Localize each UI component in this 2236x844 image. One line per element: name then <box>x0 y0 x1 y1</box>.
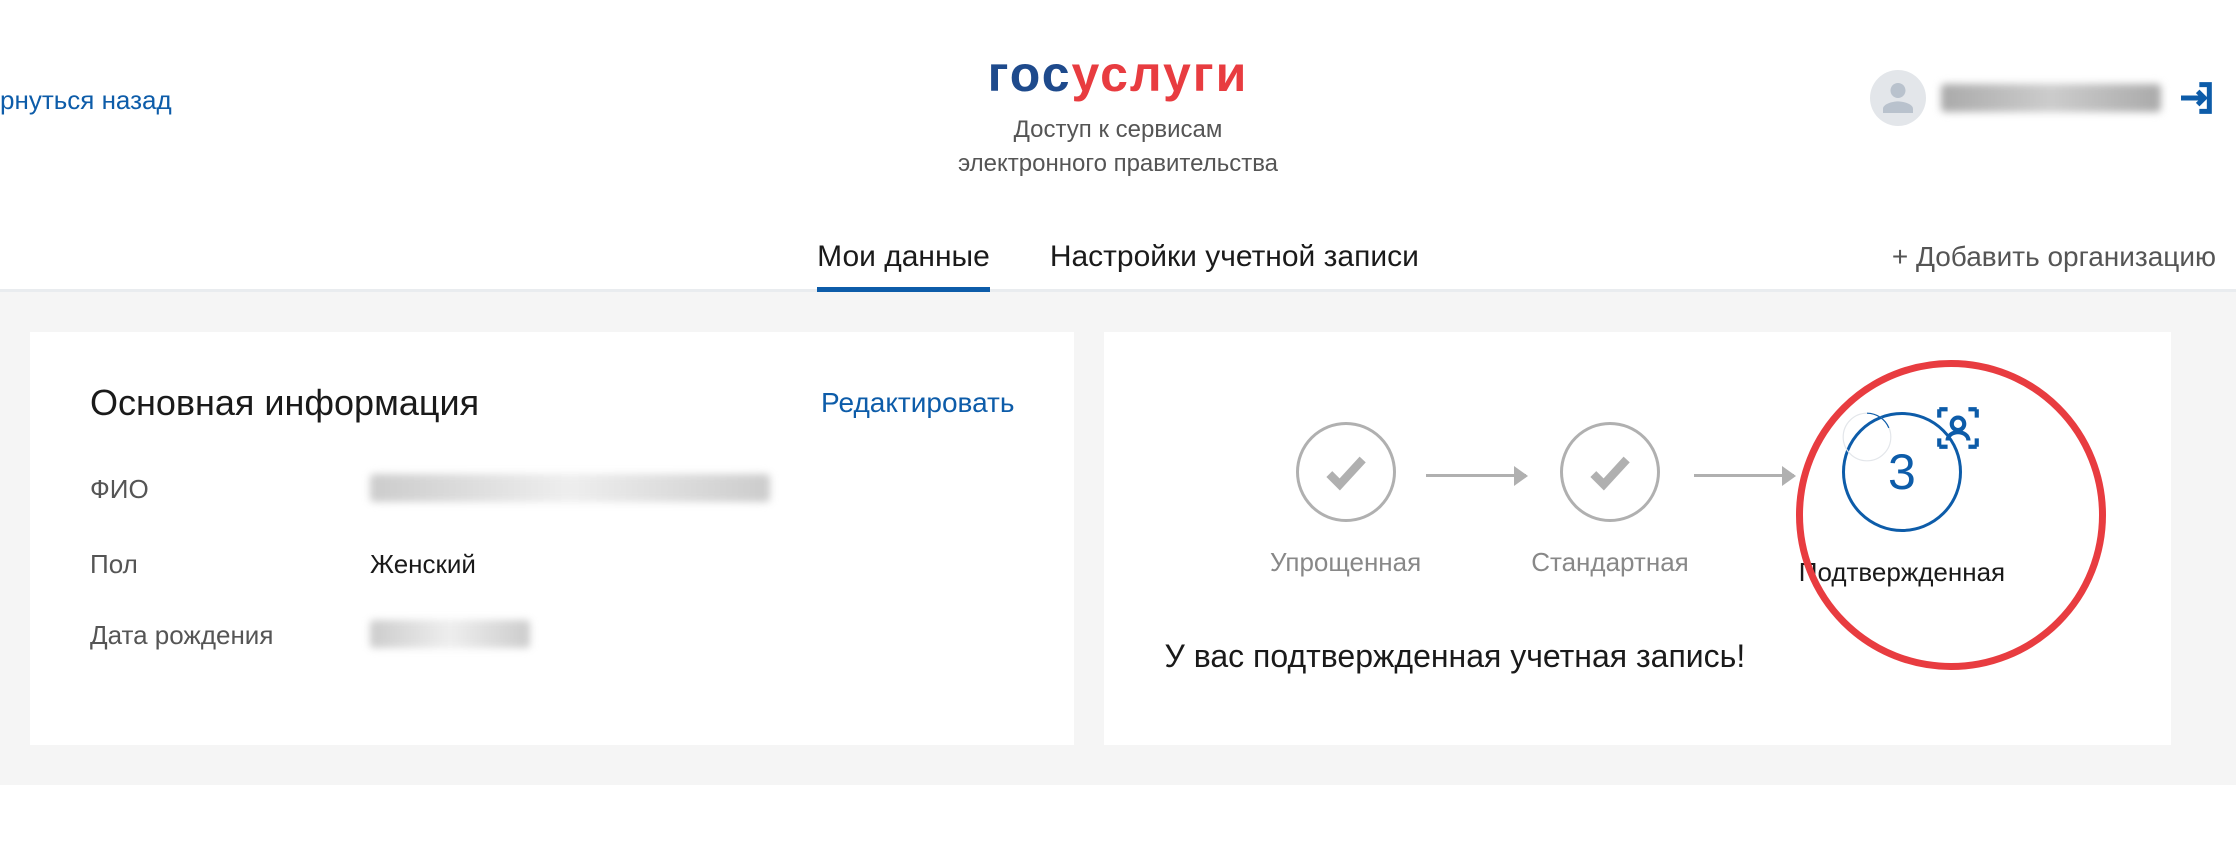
birthdate-label: Дата рождения <box>90 620 370 655</box>
header: рнуться назад госуслуги Доступ к сервиса… <box>0 0 2236 205</box>
step-label-simplified: Упрощенная <box>1270 547 1421 578</box>
edit-link[interactable]: Редактировать <box>821 387 1014 419</box>
step-circle-3: 3 <box>1842 412 1962 532</box>
content: Основная информация Редактировать ФИО По… <box>0 292 2236 785</box>
status-steps: Упрощенная Стандартная 3 Подтвержденная <box>1164 412 2110 588</box>
tab-account-settings[interactable]: Настройки учетной записи <box>1020 225 1449 289</box>
logo-part-uslugi: услуги <box>1072 46 1249 102</box>
step-label-confirmed: Подтвержденная <box>1799 557 2005 588</box>
logo-part-gos: гос <box>988 46 1072 102</box>
tagline-line-2: электронного правительства <box>0 147 2236 181</box>
birthdate-value <box>370 620 530 655</box>
progress-arc-icon <box>1842 412 1892 462</box>
step-simplified: Упрощенная <box>1270 422 1421 578</box>
step-number-3: 3 <box>1888 443 1916 501</box>
tab-my-data[interactable]: Мои данные <box>787 225 1020 289</box>
step-arrow-2 <box>1694 474 1794 477</box>
gender-label: Пол <box>90 549 370 580</box>
info-row-gender: Пол Женский <box>90 549 1014 580</box>
step-label-standard: Стандартная <box>1531 547 1689 578</box>
back-link[interactable]: рнуться назад <box>0 85 172 116</box>
step-confirmed: 3 Подтвержденная <box>1799 412 2005 588</box>
profile-area <box>1870 70 2216 126</box>
account-status-card: Упрощенная Стандартная 3 Подтвержденная <box>1104 332 2170 745</box>
card-header: Основная информация Редактировать <box>90 382 1014 424</box>
info-row-fio: ФИО <box>90 474 1014 509</box>
info-row-birthdate: Дата рождения <box>90 620 1014 655</box>
check-icon <box>1585 447 1635 497</box>
check-icon <box>1321 447 1371 497</box>
tabs: Мои данные Настройки учетной записи + До… <box>0 205 2236 292</box>
step-arrow-1 <box>1426 474 1526 477</box>
person-scan-icon <box>1933 403 1969 439</box>
logout-icon[interactable] <box>2176 78 2216 118</box>
username[interactable] <box>1941 84 2161 112</box>
add-organization-link[interactable]: + Добавить организацию <box>1892 241 2216 273</box>
step-circle-2 <box>1560 422 1660 522</box>
avatar-icon <box>1878 78 1918 118</box>
logo[interactable]: госуслуги <box>988 45 1249 103</box>
fio-value <box>370 474 770 509</box>
status-message: У вас подтвержденная учетная запись! <box>1164 638 2110 675</box>
avatar[interactable] <box>1870 70 1926 126</box>
fio-label: ФИО <box>90 474 370 509</box>
step-circle-1 <box>1296 422 1396 522</box>
gender-value: Женский <box>370 549 476 580</box>
step-standard: Стандартная <box>1531 422 1689 578</box>
main-info-title: Основная информация <box>90 382 479 424</box>
main-info-card: Основная информация Редактировать ФИО По… <box>30 332 1074 745</box>
